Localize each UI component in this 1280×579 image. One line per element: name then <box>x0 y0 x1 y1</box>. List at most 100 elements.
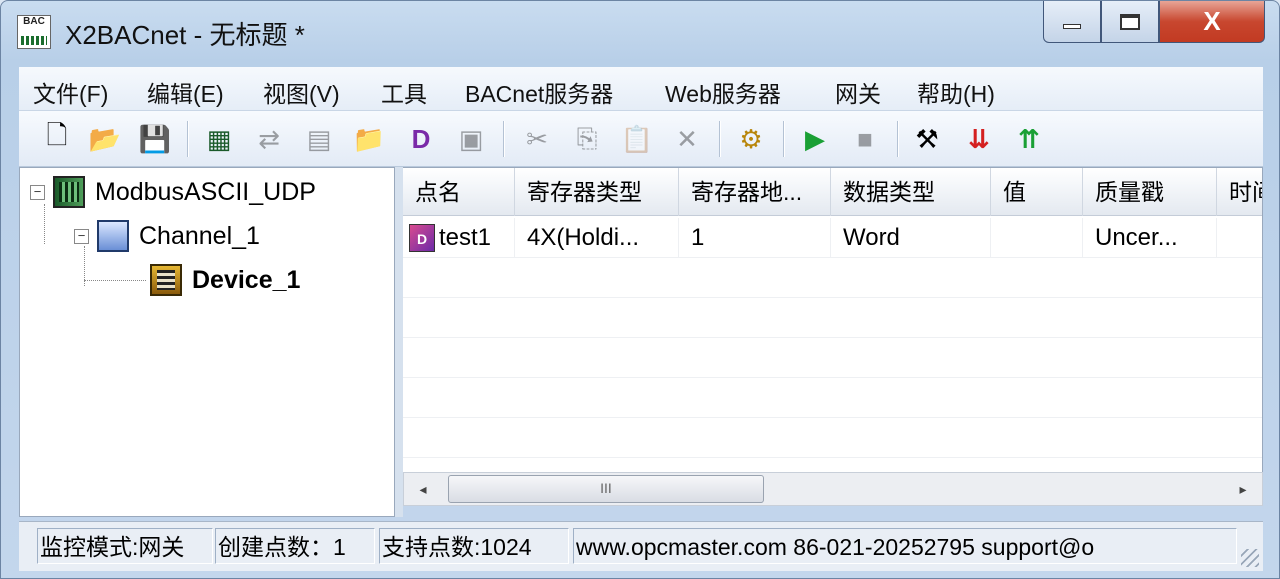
scrollbar-thumb[interactable]: III <box>448 475 764 503</box>
window-title: X2BACnet - 无标题 * <box>65 20 305 50</box>
col-header-register-address[interactable]: 寄存器地... <box>679 168 831 216</box>
open-button[interactable]: 📂 <box>87 121 123 157</box>
scroll-right-icon[interactable]: ▸ <box>1230 477 1256 501</box>
tree-label-device: Device_1 <box>192 265 301 294</box>
point-name: test1 <box>439 224 492 251</box>
stop-icon: ■ <box>857 123 873 154</box>
empty-row <box>403 378 1262 418</box>
scroll-left-icon[interactable]: ◂ <box>410 477 436 501</box>
channel-icon <box>97 220 129 252</box>
cell-value <box>991 218 1083 258</box>
upload-button[interactable]: ⇈ <box>1011 121 1047 157</box>
point-icon: D <box>409 224 435 252</box>
close-icon: X <box>1203 6 1221 36</box>
tree-node-device[interactable]: Device_1 <box>150 262 300 298</box>
save-button[interactable]: 💾 <box>137 121 173 157</box>
add-channel-button[interactable]: ▦ <box>201 121 237 157</box>
col-header-quality[interactable]: 质量戳 <box>1083 168 1217 216</box>
status-supported-points: 支持点数:1024 <box>379 528 569 564</box>
horizontal-scrollbar[interactable]: ◂ III ▸ <box>403 472 1263 506</box>
device-props-button[interactable]: ▤ <box>301 121 337 157</box>
menu-file[interactable]: 文件(F) <box>33 75 108 109</box>
toolbar: 🗋 📂 💾 ▦ ⇄ ▤ 📁 D ▣ ✂ ⎘ 📋 ✕ ⚙ ▶ ■ ⚒ ⇊ ⇈ <box>19 111 1263 167</box>
empty-row <box>403 298 1262 338</box>
col-header-value[interactable]: 值 <box>991 168 1083 216</box>
toolbar-separator <box>187 121 189 157</box>
points-grid: 点名 寄存器类型 寄存器地... 数据类型 值 质量戳 时间 D test1 4… <box>403 167 1263 472</box>
add-channel-icon: ▦ <box>206 123 232 154</box>
project-tree[interactable]: − ModbusASCII_UDP − Channel_1 Device_1 <box>19 167 395 517</box>
col-header-data-type[interactable]: 数据类型 <box>831 168 991 216</box>
load-icon: ⇊ <box>968 123 990 154</box>
col-header-register-type[interactable]: 寄存器类型 <box>515 168 679 216</box>
copy-icon: ⎘ <box>576 123 598 153</box>
cell-quality: Uncer... <box>1083 218 1217 258</box>
toolbar-separator <box>783 121 785 157</box>
stop-button[interactable]: ■ <box>847 121 883 157</box>
delete-button[interactable]: ✕ <box>669 121 705 157</box>
menu-help[interactable]: 帮助(H) <box>917 75 995 109</box>
menu-tools[interactable]: 工具 <box>381 75 427 109</box>
pane-splitter[interactable] <box>395 167 403 517</box>
status-mode: 监控模式:网关 <box>37 528 213 564</box>
empty-row <box>403 338 1262 378</box>
toolbar-separator <box>897 121 899 157</box>
point-props-button[interactable]: ▣ <box>453 121 489 157</box>
device-props-icon: ▤ <box>306 123 332 154</box>
title-bar[interactable]: BAC X2BACnet - 无标题 * X <box>1 1 1279 63</box>
app-window: BAC X2BACnet - 无标题 * X 文件(F) 编辑(E) 视图(V)… <box>0 0 1280 579</box>
grid-header: 点名 寄存器类型 寄存器地... 数据类型 值 质量戳 时间 <box>403 168 1262 216</box>
table-row[interactable]: D test1 4X(Holdi... 1 Word Uncer... <box>403 218 1262 258</box>
status-contact: www.opcmaster.com 86-021-20252795 suppor… <box>573 528 1237 564</box>
tree-node-root[interactable]: − ModbusASCII_UDP <box>30 174 316 210</box>
new-button[interactable]: 🗋 <box>39 120 75 157</box>
menu-gateway[interactable]: 网关 <box>835 75 881 109</box>
run-button[interactable]: ▶ <box>797 121 833 157</box>
load-button[interactable]: ⇊ <box>961 121 997 157</box>
menu-edit[interactable]: 编辑(E) <box>147 75 224 109</box>
toolbar-separator <box>719 121 721 157</box>
copy-button[interactable]: ⎘ <box>569 121 605 157</box>
open-icon: 📂 <box>88 123 122 154</box>
upload-icon: ⇈ <box>1018 123 1040 154</box>
menu-web-server[interactable]: Web服务器 <box>665 75 781 109</box>
maximize-button[interactable] <box>1101 1 1159 43</box>
minimize-button[interactable] <box>1043 1 1101 43</box>
app-icon[interactable]: BAC <box>17 15 51 49</box>
cut-button[interactable]: ✂ <box>519 121 555 157</box>
resize-grip-icon[interactable] <box>1241 549 1259 567</box>
point-props-icon: ▣ <box>458 123 484 154</box>
col-header-name[interactable]: 点名 <box>403 168 515 216</box>
close-button[interactable]: X <box>1159 1 1265 43</box>
new-folder-button[interactable]: 📁 <box>351 121 387 157</box>
monitor-button[interactable]: ⚙ <box>733 121 769 157</box>
cut-icon: ✂ <box>526 123 548 154</box>
tree-node-channel[interactable]: − Channel_1 <box>74 218 260 254</box>
paste-button[interactable]: 📋 <box>619 121 655 157</box>
modbus-device-icon <box>53 176 85 208</box>
status-bar: 监控模式:网关 创建点数：1 支持点数:1024 www.opcmaster.c… <box>19 521 1263 571</box>
tools-button[interactable]: ⚒ <box>909 121 945 157</box>
menu-bar: 文件(F) 编辑(E) 视图(V) 工具 BACnet服务器 Web服务器 网关… <box>19 67 1263 111</box>
collapse-icon[interactable]: − <box>30 184 45 200</box>
col-header-time[interactable]: 时间 <box>1217 168 1262 216</box>
cell-address: 1 <box>679 218 831 258</box>
tree-label-channel: Channel_1 <box>139 221 260 250</box>
empty-row <box>403 418 1262 458</box>
add-device-button[interactable]: ⇄ <box>251 121 287 157</box>
status-created-points: 创建点数：1 <box>215 528 375 564</box>
add-point-icon: D <box>411 123 431 154</box>
menu-bacnet-server[interactable]: BACnet服务器 <box>465 75 613 109</box>
run-icon: ▶ <box>805 123 825 154</box>
new-folder-icon: 📁 <box>352 123 386 154</box>
cell-data-type: Word <box>831 218 991 258</box>
tools-icon: ⚒ <box>915 123 939 154</box>
collapse-icon[interactable]: − <box>74 228 89 244</box>
tree-line <box>84 280 146 281</box>
cell-register-type: 4X(Holdi... <box>515 218 679 258</box>
toolbar-separator <box>503 121 505 157</box>
menu-view[interactable]: 视图(V) <box>263 75 340 109</box>
add-point-button[interactable]: D <box>403 121 439 157</box>
new-icon: 🗋 <box>46 120 68 150</box>
cell-time <box>1217 218 1262 258</box>
